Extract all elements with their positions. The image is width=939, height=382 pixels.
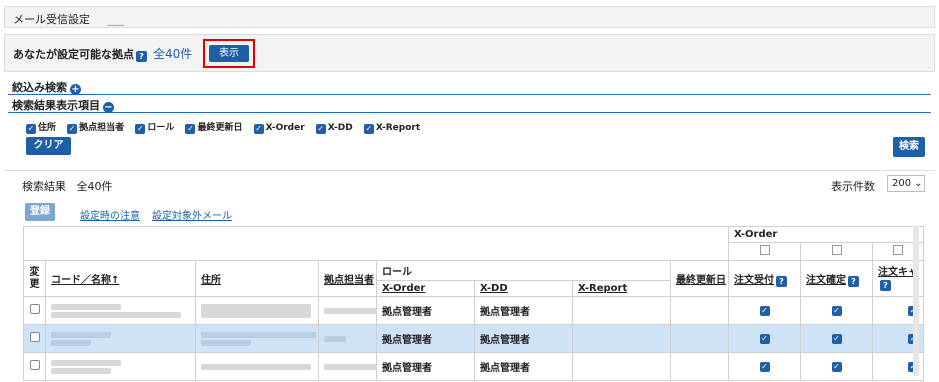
table-scrollbar[interactable] <box>913 226 919 376</box>
columns-label: 検索結果表示項目 <box>12 99 100 112</box>
show-button[interactable]: 表示 <box>209 45 249 62</box>
redacted-code <box>45 324 196 353</box>
display-count-label: 表示件数 <box>831 180 875 193</box>
filter-section[interactable]: 絞込み検索 + <box>8 79 931 95</box>
checkbox-checked-icon[interactable]: ✓ <box>831 362 842 372</box>
checkbox-checked-icon[interactable]: ✓ <box>363 124 374 134</box>
redacted-owner <box>318 352 377 381</box>
search-button[interactable]: 検索 <box>893 137 925 157</box>
table-row[interactable]: 拠点管理者 拠点管理者 ✓ ✓ ✓ <box>23 296 925 325</box>
checkbox-checked-icon[interactable]: ✓ <box>315 124 326 134</box>
checkbox-checked-icon[interactable]: ✓ <box>759 362 770 372</box>
col-role-xdd[interactable]: X-DD <box>474 280 573 297</box>
checkbox-checked-icon[interactable]: ✓ <box>185 124 196 134</box>
row-checkbox[interactable] <box>29 360 40 370</box>
role-xdd: 拠点管理者 <box>474 352 573 381</box>
checkbox-checked-icon[interactable]: ✓ <box>26 124 36 134</box>
option-xdd[interactable]: ✓ X-DD <box>315 123 353 134</box>
checkbox-checked-icon[interactable]: ✓ <box>759 306 770 316</box>
columns-section[interactable]: 検索結果表示項目 − <box>8 97 931 113</box>
role-xorder: 拠点管理者 <box>376 296 475 325</box>
col-role: ロール <box>376 260 671 281</box>
minus-icon[interactable]: − <box>103 102 114 113</box>
select-all-checkbox[interactable] <box>759 245 770 255</box>
col-order-confirm[interactable]: 注文確定? <box>800 260 873 297</box>
table-row[interactable]: 拠点管理者 拠点管理者 ✓ ✓ ✓ <box>23 324 925 353</box>
col-role-xorder[interactable]: X-Order <box>376 280 475 297</box>
help-icon[interactable]: ? <box>880 279 891 291</box>
results-label: 検索結果 全40件 <box>22 180 113 193</box>
results-table: X-Order 変更 コード／名称↑ 住所 拠点担当者 ロール 最終更新日 注文… <box>23 226 925 381</box>
row-checkbox[interactable] <box>29 304 40 314</box>
option-xreport[interactable]: ✓ X-Report <box>363 123 420 134</box>
column-options: ✓ 住所 ✓ 拠点担当者 ✓ ロール ✓ 最終更新日 ✓ X-Order ✓ X-DD ✓ X… <box>26 120 428 134</box>
col-address[interactable]: 住所 <box>195 260 319 297</box>
bases-bar: あなたが設定可能な拠点? 全40件 表示 <box>4 34 935 72</box>
role-xdd: 拠点管理者 <box>474 324 573 353</box>
option-updated[interactable]: ✓ 最終更新日 <box>185 123 242 134</box>
group-header-xorder: X-Order <box>727 226 925 243</box>
col-role-xreport[interactable]: X-Report <box>572 280 671 297</box>
checkbox-checked-icon[interactable]: ✓ <box>831 334 842 344</box>
option-address[interactable]: ✓ 住所 <box>26 123 56 134</box>
bases-label: あなたが設定可能な拠点? <box>13 46 147 62</box>
redacted-code <box>45 296 196 325</box>
chevron-down-icon: ⌄ <box>914 178 923 189</box>
group-header-row: X-Order <box>23 226 925 243</box>
exclude-mail-link[interactable]: 設定対象外メール <box>152 207 232 222</box>
checkbox-checked-icon[interactable]: ✓ <box>759 334 770 344</box>
option-role[interactable]: ✓ ロール <box>135 123 174 134</box>
col-owner[interactable]: 拠点担当者 <box>318 260 377 297</box>
column-header-row: 変更 コード／名称↑ 住所 拠点担当者 ロール 最終更新日 注文受付? 注文確定… <box>23 260 925 297</box>
display-count-select[interactable]: 200 ⌄ <box>887 175 925 192</box>
caution-link[interactable]: 設定時の注意 <box>80 207 140 222</box>
col-order-accept[interactable]: 注文受付? <box>728 260 801 297</box>
mail-settings-dots: ___ <box>107 13 125 26</box>
role-xorder: 拠点管理者 <box>376 324 475 353</box>
redacted-owner <box>318 324 377 353</box>
filter-label: 絞込み検索 <box>12 81 67 94</box>
register-button[interactable]: 登録 <box>25 203 55 221</box>
select-all-checkbox[interactable] <box>893 245 904 255</box>
results-bar: 検索結果 全40件 表示件数 200 ⌄ <box>4 170 935 198</box>
role-xdd: 拠点管理者 <box>474 296 573 325</box>
redacted-owner <box>318 296 377 325</box>
bases-total: 全40件 <box>153 47 193 61</box>
mail-settings-title: メール受信設定 <box>13 13 90 26</box>
redacted-code <box>45 352 196 381</box>
checkbox-header-row <box>23 242 925 261</box>
col-updated[interactable]: 最終更新日 <box>670 260 729 297</box>
option-xorder[interactable]: ✓ X-Order <box>253 123 305 134</box>
row-checkbox[interactable] <box>29 332 40 342</box>
redacted-address <box>195 352 319 381</box>
help-icon[interactable]: ? <box>848 275 859 287</box>
option-owner[interactable]: ✓ 拠点担当者 <box>67 123 124 134</box>
role-xorder: 拠点管理者 <box>376 352 475 381</box>
checkbox-checked-icon[interactable]: ✓ <box>135 124 146 134</box>
mail-settings-header: メール受信設定 ___ <box>4 6 935 28</box>
col-change: 変更 <box>23 260 46 297</box>
plus-icon[interactable]: + <box>70 84 81 95</box>
redacted-address <box>195 324 319 353</box>
help-icon[interactable]: ? <box>776 275 787 287</box>
clear-button[interactable]: クリア <box>26 137 71 155</box>
checkbox-checked-icon[interactable]: ✓ <box>831 306 842 316</box>
redacted-address <box>195 296 319 325</box>
table-row[interactable]: 拠点管理者 拠点管理者 ✓ ✓ ✓ <box>23 352 925 381</box>
select-all-checkbox[interactable] <box>831 245 842 255</box>
help-icon[interactable]: ? <box>136 51 147 62</box>
highlight-frame: 表示 <box>203 39 255 68</box>
col-code[interactable]: コード／名称↑ <box>45 260 196 297</box>
checkbox-checked-icon[interactable]: ✓ <box>253 124 264 134</box>
checkbox-checked-icon[interactable]: ✓ <box>67 124 78 134</box>
